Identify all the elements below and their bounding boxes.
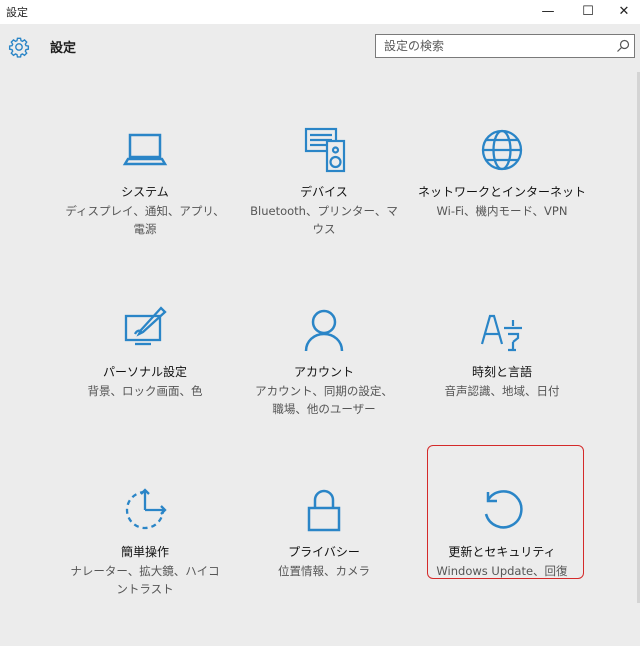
tile-description: 背景、ロック画面、色	[87, 384, 203, 398]
gear-icon	[7, 35, 31, 59]
globe-icon	[481, 129, 523, 171]
tile-description: ナレーター、拡大鏡、ハイコ ントラスト	[70, 564, 220, 596]
tile-label: デバイス	[300, 185, 348, 199]
personalization-icon	[124, 306, 167, 346]
time-language-icon	[480, 314, 522, 352]
minimize-button[interactable]: —	[528, 0, 568, 22]
tile-description: Bluetooth、プリンター、マ ウス	[250, 204, 398, 236]
tile-label: 簡単操作	[120, 545, 169, 559]
tile-description: 音声認識、地域、日付	[444, 384, 560, 398]
close-button[interactable]: ✕	[604, 0, 640, 22]
maximize-button[interactable]: ☐	[568, 0, 608, 22]
tile-time-language[interactable]: 時刻と言語 音声認識、地域、日付	[417, 306, 587, 466]
search-input[interactable]	[376, 35, 614, 57]
tile-label: 時刻と言語	[471, 365, 532, 379]
tile-personalization[interactable]: パーソナル設定 背景、ロック画面、色	[60, 306, 230, 466]
search-box[interactable]	[375, 34, 635, 58]
tile-label: パーソナル設定	[102, 365, 187, 379]
tile-devices[interactable]: デバイス Bluetooth、プリンター、マ ウス	[239, 126, 409, 286]
tile-label: アカウント	[293, 365, 354, 379]
laptop-icon	[122, 133, 168, 166]
tile-description: アカウント、同期の設定、 職場、他のユーザー	[255, 384, 393, 416]
tile-label: システム	[121, 185, 169, 199]
page-title: 設定	[50, 41, 77, 56]
tile-label: プライバシー	[288, 545, 360, 559]
search-icon[interactable]	[616, 39, 630, 53]
lock-icon	[307, 489, 341, 532]
tile-accounts[interactable]: アカウント アカウント、同期の設定、 職場、他のユーザー	[239, 306, 409, 466]
window-title: 設定	[6, 6, 28, 19]
tile-system[interactable]: システム ディスプレイ、通知、アプリ、 電源	[60, 126, 230, 286]
tile-description: Wi-Fi、機内モード、VPN	[436, 204, 568, 218]
tile-description: ディスプレイ、通知、アプリ、 電源	[65, 204, 225, 236]
devices-icon	[304, 127, 346, 173]
tile-label: ネットワークとインターネット	[417, 185, 586, 199]
person-icon	[304, 309, 344, 352]
tile-ease-of-access[interactable]: 簡単操作 ナレーター、拡大鏡、ハイコ ントラスト	[60, 486, 230, 646]
window-titlebar: 設定 — ☐ ✕	[0, 0, 640, 24]
ease-of-access-icon	[125, 488, 167, 530]
highlight-box	[427, 445, 584, 579]
tile-network-internet[interactable]: ネットワークとインターネット Wi-Fi、機内モード、VPN	[417, 126, 587, 286]
tile-description: 位置情報、カメラ	[278, 564, 370, 578]
tile-privacy[interactable]: プライバシー 位置情報、カメラ	[239, 486, 409, 646]
settings-header: 設定	[0, 24, 640, 72]
